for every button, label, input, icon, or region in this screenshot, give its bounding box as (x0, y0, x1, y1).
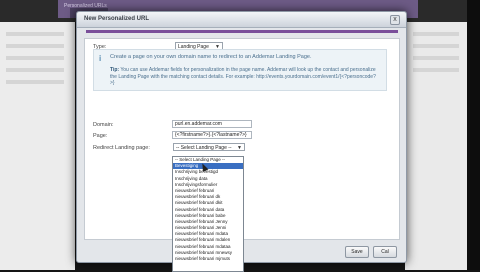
redirect-value: -- Select Landing Page -- (176, 145, 232, 151)
chevron-down-icon: ▼ (237, 145, 242, 151)
background-row (413, 68, 459, 72)
info-box: i Create a page on your own domain name … (93, 49, 387, 91)
background-row (6, 32, 64, 36)
accent-strip (86, 30, 398, 33)
dialog-title: New Personalized URL (84, 16, 150, 22)
close-icon[interactable]: x (390, 15, 400, 25)
dialog-titlebar[interactable]: New Personalized URL x (77, 12, 406, 28)
redirect-select[interactable]: -- Select Landing Page -- ▼ (173, 143, 245, 151)
background-row (413, 32, 459, 36)
page-field[interactable]: {<?firstname?>}.{<?lastname?>} (172, 131, 252, 139)
background-row (413, 56, 459, 60)
background-row (413, 44, 459, 48)
background-left-panel (0, 22, 75, 270)
background-row (6, 56, 64, 60)
background-right-panel (405, 22, 467, 270)
redirect-label: Redirect Landing page: (93, 145, 150, 151)
info-text: Create a page on your own domain name to… (110, 54, 312, 60)
cancel-button[interactable]: Cal (373, 246, 397, 258)
tip-label: Tip: (110, 67, 120, 73)
save-button[interactable]: Save (345, 246, 369, 258)
dropdown-option[interactable]: nieuwsbrief februari mjmuts (173, 256, 243, 262)
info-icon: i (99, 54, 102, 63)
tip-body: You can use Addemar fields for personali… (110, 67, 376, 86)
background-row (6, 80, 64, 84)
tip-text: Tip: You can use Addemar fields for pers… (110, 67, 380, 87)
background-edge (467, 0, 480, 270)
domain-field[interactable]: purl.en.addemar.com (172, 120, 252, 128)
page-label: Page: (93, 133, 108, 139)
domain-label: Domain: (93, 122, 114, 128)
background-row (6, 44, 64, 48)
redirect-dropdown-list[interactable]: -- Select Landing Page -- Bevestiging Insc… (172, 156, 244, 272)
background-row (6, 68, 64, 72)
